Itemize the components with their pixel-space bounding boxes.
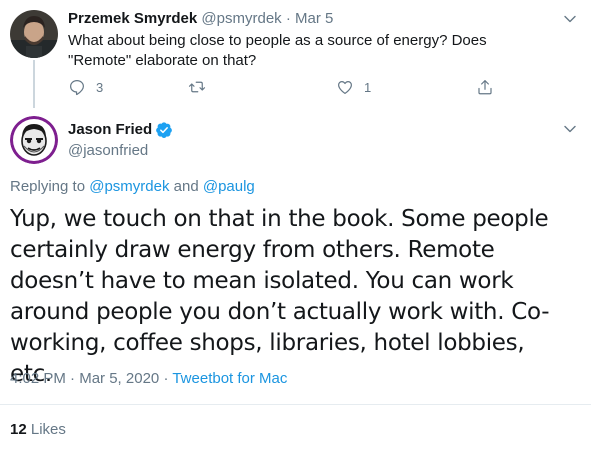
replying-to-line: Replying to @psmyrdek and @paulg	[10, 177, 255, 197]
meta-separator: ·	[70, 370, 76, 387]
main-tweet-text: Yup, we touch on that in the book. Some …	[10, 206, 550, 387]
chevron-down-icon[interactable]	[563, 12, 577, 26]
likes-stat[interactable]: 12 Likes	[10, 420, 66, 440]
like-button[interactable]: 1	[336, 76, 371, 98]
main-author-name-row: Jason Fried	[68, 120, 173, 140]
likes-count: 12	[10, 421, 27, 438]
reply-date[interactable]: Mar 5	[295, 10, 333, 27]
retweet-button[interactable]	[188, 76, 216, 98]
tweet-source-link[interactable]: Tweetbot for Mac	[172, 370, 287, 387]
replying-prefix: Replying to	[10, 178, 86, 195]
likes-label: Likes	[30, 421, 66, 438]
meta-separator: ·	[163, 370, 169, 387]
reply-action-bar: 3 1	[68, 76, 508, 98]
reply-icon	[70, 80, 84, 96]
reply-author-handle[interactable]: @psmyrdek	[201, 10, 281, 27]
replying-and: and	[173, 178, 199, 195]
reply-tweet[interactable]: Przemek Smyrdek @psmyrdek · Mar 5 What a…	[0, 0, 591, 108]
thread-connector-line	[33, 60, 35, 108]
reply-header: Przemek Smyrdek @psmyrdek · Mar 5	[68, 9, 333, 29]
reply-author-avatar[interactable]	[10, 10, 58, 58]
heart-icon	[338, 81, 352, 94]
main-author-avatar[interactable]	[10, 116, 58, 164]
like-count: 1	[364, 79, 372, 95]
reply-author-name[interactable]: Przemek Smyrdek	[68, 10, 197, 27]
reply-button[interactable]: 3	[68, 76, 103, 98]
verified-badge-icon	[156, 122, 173, 138]
tweet-meta: 4:02 PM · Mar 5, 2020 · Tweetbot for Mac	[10, 369, 287, 389]
replying-to-link-paulg[interactable]: @paulg	[203, 178, 255, 195]
share-icon	[478, 80, 492, 95]
tweet-date[interactable]: Mar 5, 2020	[79, 370, 159, 387]
header-separator: ·	[285, 10, 291, 27]
divider	[0, 404, 591, 405]
reply-count: 3	[96, 79, 104, 95]
main-author-handle[interactable]: @jasonfried	[68, 141, 148, 161]
retweet-icon	[188, 81, 206, 93]
reply-tweet-text: What about being close to people as a so…	[68, 32, 487, 69]
share-button[interactable]	[476, 76, 504, 98]
chevron-down-icon[interactable]	[563, 122, 577, 136]
tweet-time[interactable]: 4:02 PM	[10, 370, 66, 387]
replying-to-link-psmyrdek[interactable]: @psmyrdek	[89, 178, 169, 195]
main-author-name[interactable]: Jason Fried	[68, 120, 152, 140]
